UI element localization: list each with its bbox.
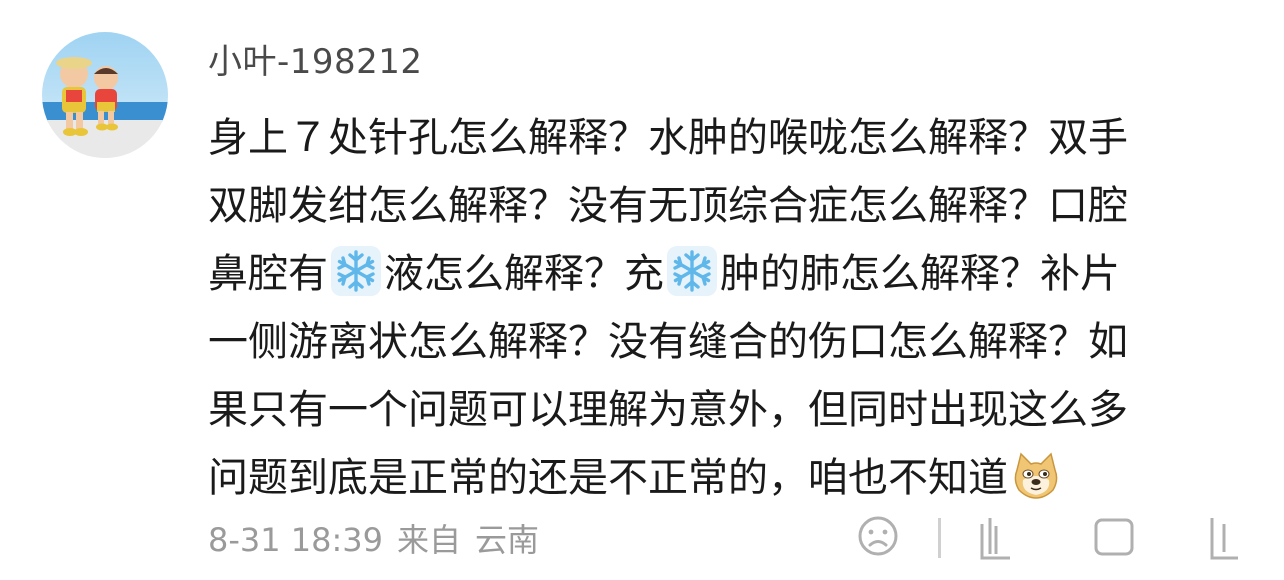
comment-line: 果只有一个问题可以理解为意外，但同时出现这么多 xyxy=(208,376,1248,444)
repost-icon[interactable] xyxy=(976,514,1016,564)
username[interactable]: 小叶-198212 xyxy=(208,40,423,84)
location: 云南 xyxy=(475,521,540,559)
snowflake-icon xyxy=(667,246,717,296)
action-bar xyxy=(850,514,1270,564)
comment-text-segment: 液怎么解释？充 xyxy=(384,251,664,297)
doge-icon xyxy=(1011,450,1061,500)
comment-line: 双脚发绀怎么解释？没有无顶综合症怎么解释？口腔 xyxy=(208,172,1248,240)
snowflake-icon xyxy=(331,246,381,296)
avatar[interactable] xyxy=(42,32,168,158)
comment-text-segment: 身上７处针孔怎么解释？水肿的喉咙怎么解释？双手 xyxy=(208,115,1128,161)
timestamp: 8-31 18:39 xyxy=(208,521,384,559)
comment-text-segment: 鼻腔有 xyxy=(208,251,328,297)
comment-line: 问题到底是正常的还是不正常的，咱也不知道 xyxy=(208,444,1248,512)
comment-text-segment: 问题到底是正常的还是不正常的，咱也不知道 xyxy=(208,455,1008,501)
action-divider xyxy=(938,518,941,558)
like-icon[interactable] xyxy=(1202,514,1242,564)
comment-line: 鼻腔有 液怎么解释？充 肿的肺怎么解释？补片 xyxy=(208,240,1248,308)
source-prefix: 来自 xyxy=(397,521,462,559)
sad-face-icon[interactable] xyxy=(856,514,900,564)
comment-meta: 8-31 18:39 来自 云南 xyxy=(208,518,553,562)
comment-line: 一侧游离状怎么解释？没有缝合的伤口怎么解释？如 xyxy=(208,308,1248,376)
avatar-image xyxy=(42,32,168,158)
comment-line: 身上７处针孔怎么解释？水肿的喉咙怎么解释？双手 xyxy=(208,104,1248,172)
comment-text-segment: 肿的肺怎么解释？补片 xyxy=(720,251,1120,297)
comment-text-segment: 一侧游离状怎么解释？没有缝合的伤口怎么解释？如 xyxy=(208,319,1128,365)
comment-text-segment: 双脚发绀怎么解释？没有无顶综合症怎么解释？口腔 xyxy=(208,183,1128,229)
comment-icon[interactable] xyxy=(1092,514,1136,564)
comment-text-segment: 果只有一个问题可以理解为意外，但同时出现这么多 xyxy=(208,387,1128,433)
comment-card: 小叶-198212 身上７处针孔怎么解释？水肿的喉咙怎么解释？双手 双脚发绀怎么解… xyxy=(0,0,1284,580)
comment-text: 身上７处针孔怎么解释？水肿的喉咙怎么解释？双手 双脚发绀怎么解释？没有无顶综合症怎… xyxy=(208,104,1248,512)
